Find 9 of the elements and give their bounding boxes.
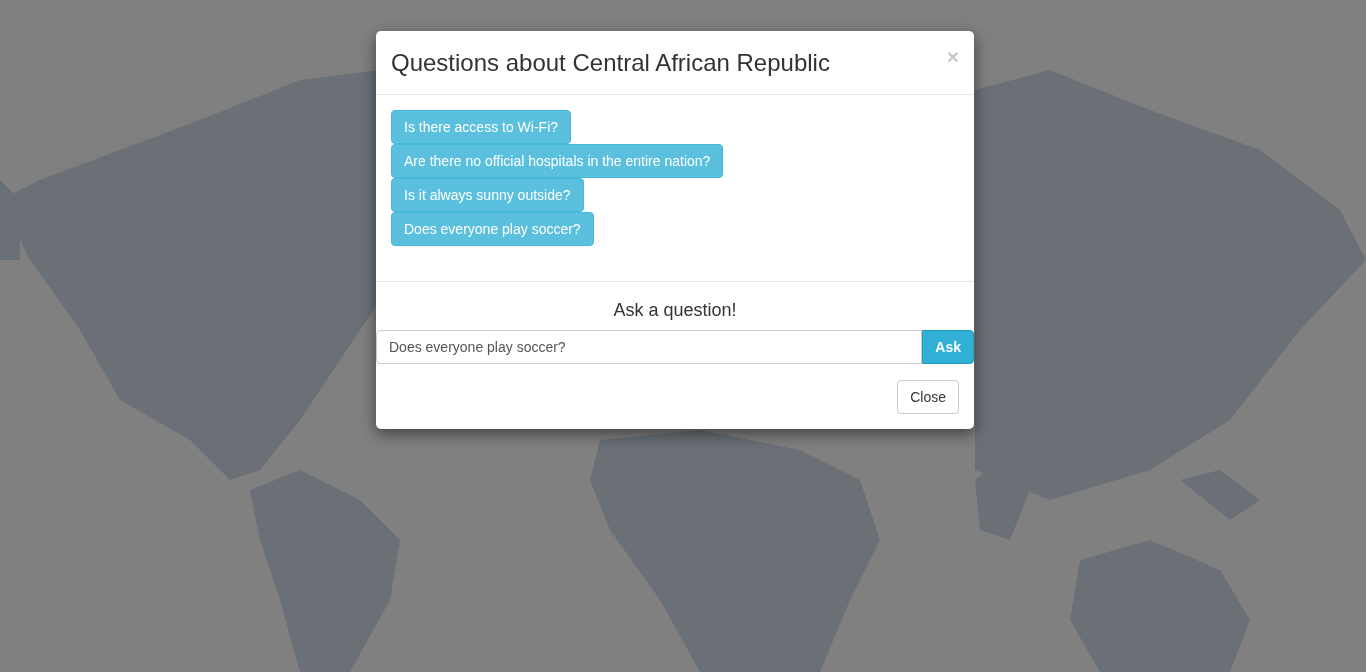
question-button[interactable]: Does everyone play soccer? — [391, 212, 594, 246]
ask-heading: Ask a question! — [612, 300, 738, 321]
modal-title: Questions about Central African Republic — [391, 48, 830, 78]
question-button[interactable]: Are there no official hospitals in the entire nation? — [391, 144, 724, 178]
close-button[interactable]: Close — [897, 380, 959, 414]
question-input[interactable]: Does everyone play soccer? — [376, 330, 923, 364]
question-button[interactable]: Is it always sunny outside? — [391, 178, 584, 212]
ask-button[interactable]: Ask — [922, 330, 974, 364]
question-button[interactable]: Is there access to Wi-Fi? — [391, 110, 572, 144]
